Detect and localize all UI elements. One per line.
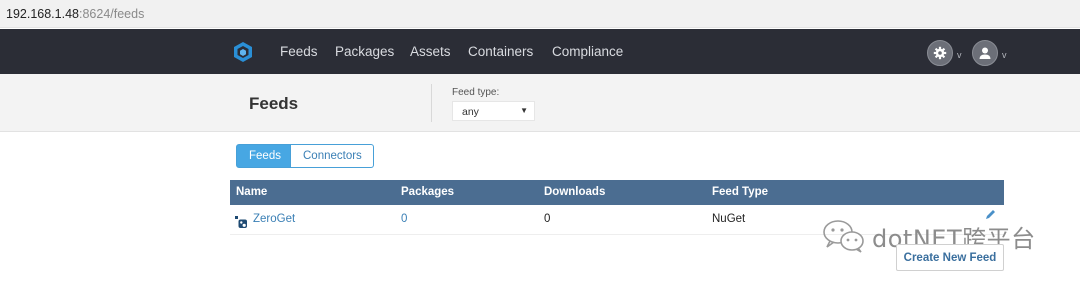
nav-feeds[interactable]: Feeds: [280, 44, 318, 59]
column-header-feed-type[interactable]: Feed Type: [712, 186, 768, 198]
tab-connectors[interactable]: Connectors: [291, 144, 374, 168]
nav-packages[interactable]: Packages: [335, 44, 394, 59]
nav-assets[interactable]: Assets: [410, 44, 451, 59]
proget-logo-icon[interactable]: [232, 41, 254, 63]
column-header-packages[interactable]: Packages: [401, 186, 454, 198]
feed-type-select[interactable]: any ▼: [452, 101, 535, 121]
nav-compliance[interactable]: Compliance: [552, 44, 623, 59]
feed-name-link[interactable]: ZeroGet: [253, 213, 295, 225]
dropdown-arrow-icon: ▼: [520, 106, 528, 115]
settings-button[interactable]: [927, 40, 953, 66]
chevron-down-icon[interactable]: v: [1002, 50, 1007, 60]
column-header-name[interactable]: Name: [236, 186, 267, 198]
create-new-feed-button[interactable]: Create New Feed: [896, 244, 1004, 271]
url-text[interactable]: 192.168.1.48:8624/feeds: [6, 7, 144, 21]
top-navbar: Feeds Packages Assets Containers Complia…: [0, 29, 1080, 74]
column-header-downloads[interactable]: Downloads: [544, 186, 605, 198]
feed-type-value: any: [462, 106, 479, 118]
user-icon: [979, 47, 991, 59]
header-divider: [431, 84, 432, 122]
tab-feeds[interactable]: Feeds: [236, 144, 291, 168]
nuget-feed-icon: [235, 216, 247, 228]
packages-count-link[interactable]: 0: [401, 213, 407, 225]
feed-type-cell: NuGet: [712, 213, 746, 225]
gear-icon: [933, 46, 947, 60]
view-tabs: Feeds Connectors: [236, 144, 374, 168]
chevron-down-icon[interactable]: v: [957, 50, 962, 60]
wechat-logo-icon: [823, 220, 864, 253]
nav-containers[interactable]: Containers: [468, 44, 533, 59]
page-header: Feeds Feed type: any ▼: [0, 74, 1080, 132]
page-title: Feeds: [249, 94, 299, 113]
user-menu-button[interactable]: [972, 40, 998, 66]
table-header: Name Packages Downloads Feed Type: [230, 180, 1004, 205]
feed-type-label: Feed type:: [452, 87, 500, 98]
browser-address-bar[interactable]: 192.168.1.48:8624/feeds: [0, 0, 1080, 28]
downloads-count: 0: [544, 213, 551, 225]
